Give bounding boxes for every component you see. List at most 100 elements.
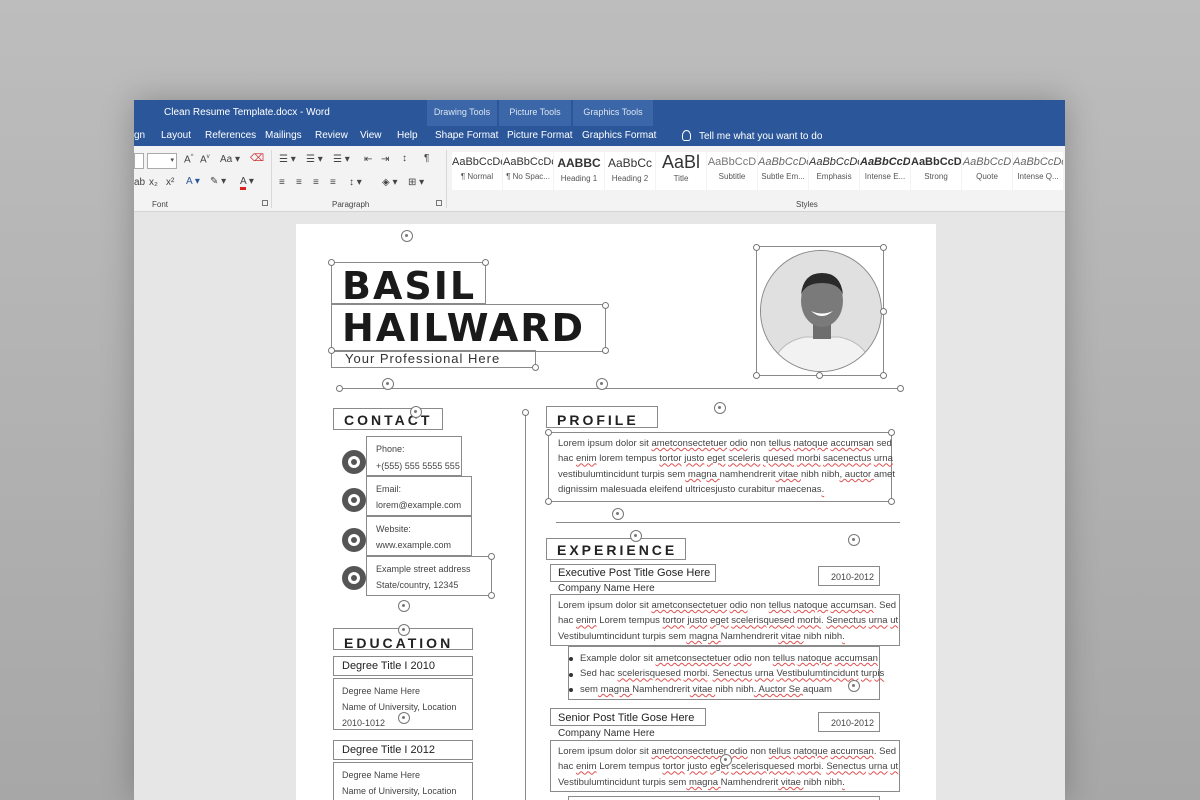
style-heading-1[interactable]: AABBC Heading 1 (554, 152, 604, 190)
resize-handle[interactable] (602, 302, 609, 309)
website-textbox[interactable] (366, 516, 472, 556)
line-spacing-icon[interactable]: ↕ ▾ (349, 177, 362, 188)
resize-handle[interactable] (888, 429, 895, 436)
document-page[interactable]: BASIL HAILWARD Your Professional Here CO… (296, 224, 936, 800)
rotate-handle-icon[interactable] (382, 378, 394, 390)
resize-handle[interactable] (545, 498, 552, 505)
style-heading-2[interactable]: AaBbCc Heading 2 (605, 152, 655, 190)
rotate-handle-icon[interactable] (398, 712, 410, 724)
style-subtle-emphasis[interactable]: AaBbCcDc Subtle Em... (758, 152, 808, 190)
resize-handle[interactable] (488, 553, 495, 560)
tab-mailings[interactable]: Mailings (265, 130, 302, 141)
font-size-box[interactable]: ▾ (147, 153, 177, 169)
style-intense-emphasis[interactable]: AaBbCcDc Intense E... (860, 152, 910, 190)
align-left-icon[interactable]: ≡ (279, 177, 285, 188)
resize-handle[interactable] (532, 364, 539, 371)
resize-handle[interactable] (880, 308, 887, 315)
rotate-handle-icon[interactable] (410, 406, 422, 418)
text-effects-icon[interactable]: A ▾ (186, 176, 200, 187)
text-run: non (747, 746, 769, 757)
education-title: EDUCATION (344, 635, 454, 651)
paragraph-group-label: Paragraph (332, 200, 370, 209)
misspelled-word: Senectus (712, 668, 753, 680)
bullets-icon[interactable]: ☰ ▾ (279, 154, 296, 165)
font-name-box[interactable] (134, 153, 144, 169)
rotate-handle-icon[interactable] (398, 624, 410, 636)
resize-handle[interactable] (328, 259, 335, 266)
rotate-handle-icon[interactable] (630, 530, 642, 542)
resize-handle[interactable] (816, 372, 823, 379)
superscript-icon[interactable]: x² (166, 177, 174, 188)
resize-handle[interactable] (482, 259, 489, 266)
tab-help[interactable]: Help (397, 130, 418, 141)
experience-title: EXPERIENCE (557, 542, 678, 558)
increase-indent-icon[interactable]: ⇥ (381, 154, 389, 165)
resize-handle[interactable] (753, 244, 760, 251)
tab-layout[interactable]: Layout (161, 130, 191, 141)
justify-icon[interactable]: ≡ (330, 177, 336, 188)
resize-handle[interactable] (336, 385, 343, 392)
style-strong[interactable]: AaBbCcDc Strong (911, 152, 961, 190)
text-run: sem (667, 468, 686, 480)
font-dialog-launcher-icon[interactable] (262, 200, 268, 206)
misspelled-word: accumsan (830, 438, 874, 449)
align-center-icon[interactable]: ≡ (296, 177, 302, 188)
style-intense-quote[interactable]: AaBbCcDc Intense Q... (1013, 152, 1063, 190)
style-title[interactable]: AaBl Title (656, 152, 706, 190)
text-line: Vestibulumtincidunt turpis sem magna Nam… (558, 775, 898, 790)
align-right-icon[interactable]: ≡ (313, 177, 319, 188)
sort-icon[interactable]: ↕ (402, 153, 407, 164)
rotate-handle-icon[interactable] (848, 680, 860, 692)
multilevel-list-icon[interactable]: ☰ ▾ (333, 154, 350, 165)
font-color-icon[interactable]: A ▾ (240, 176, 254, 190)
text-run: lorem tempus (596, 453, 660, 465)
style-quote[interactable]: AaBbCcD Quote (962, 152, 1012, 190)
clear-formatting-icon[interactable]: ⌫ (250, 153, 264, 164)
rotate-handle-icon[interactable] (848, 534, 860, 546)
resize-handle[interactable] (488, 592, 495, 599)
strikethrough-icon[interactable]: ab (134, 177, 145, 188)
resize-handle[interactable] (753, 372, 760, 379)
tell-me-box[interactable]: Tell me what you want to do (682, 130, 822, 142)
email-textbox[interactable] (366, 476, 472, 516)
resize-handle[interactable] (880, 244, 887, 251)
rotate-handle-icon[interactable] (720, 754, 732, 766)
pilcrow-icon[interactable]: ¶ (424, 153, 429, 164)
shading-icon[interactable]: ◈ ▾ (382, 177, 398, 188)
rotate-handle-icon[interactable] (401, 230, 413, 242)
change-case-icon[interactable]: Aa ▾ (220, 154, 240, 165)
grow-font-icon[interactable]: A^ (184, 154, 194, 165)
resize-handle[interactable] (602, 347, 609, 354)
numbering-icon[interactable]: ☰ ▾ (306, 154, 323, 165)
rotate-handle-icon[interactable] (612, 508, 624, 520)
resize-handle[interactable] (545, 429, 552, 436)
rotate-handle-icon[interactable] (596, 378, 608, 390)
tab-view[interactable]: View (360, 130, 382, 141)
profile-photo[interactable] (760, 250, 882, 372)
job-2-bullets-box[interactable] (568, 796, 880, 800)
borders-icon[interactable]: ⊞ ▾ (408, 177, 424, 188)
resize-handle[interactable] (888, 498, 895, 505)
tab-graphics-format[interactable]: Graphics Format (582, 130, 656, 141)
style-normal[interactable]: AaBbCcDc ¶ Normal (452, 152, 502, 190)
subscript-icon[interactable]: x₂ (149, 177, 158, 188)
resize-handle[interactable] (328, 347, 335, 354)
highlight-icon[interactable]: ✎ ▾ (210, 176, 226, 187)
tab-design[interactable]: gn (134, 130, 145, 141)
rotate-handle-icon[interactable] (398, 600, 410, 612)
shrink-font-icon[interactable]: Av (200, 154, 210, 165)
decrease-indent-icon[interactable]: ⇤ (364, 154, 372, 165)
tab-references[interactable]: References (205, 130, 256, 141)
resize-handle[interactable] (522, 409, 529, 416)
resize-handle[interactable] (897, 385, 904, 392)
address-textbox[interactable] (366, 556, 492, 596)
tab-review[interactable]: Review (315, 130, 348, 141)
style-no-spacing[interactable]: AaBbCcDc ¶ No Spac... (503, 152, 553, 190)
paragraph-dialog-launcher-icon[interactable] (436, 200, 442, 206)
rotate-handle-icon[interactable] (714, 402, 726, 414)
tab-picture-format[interactable]: Picture Format (507, 130, 573, 141)
resize-handle[interactable] (880, 372, 887, 379)
style-emphasis[interactable]: AaBbCcDc Emphasis (809, 152, 859, 190)
tab-shape-format[interactable]: Shape Format (435, 130, 498, 141)
style-subtitle[interactable]: AaBbCcD Subtitle (707, 152, 757, 190)
